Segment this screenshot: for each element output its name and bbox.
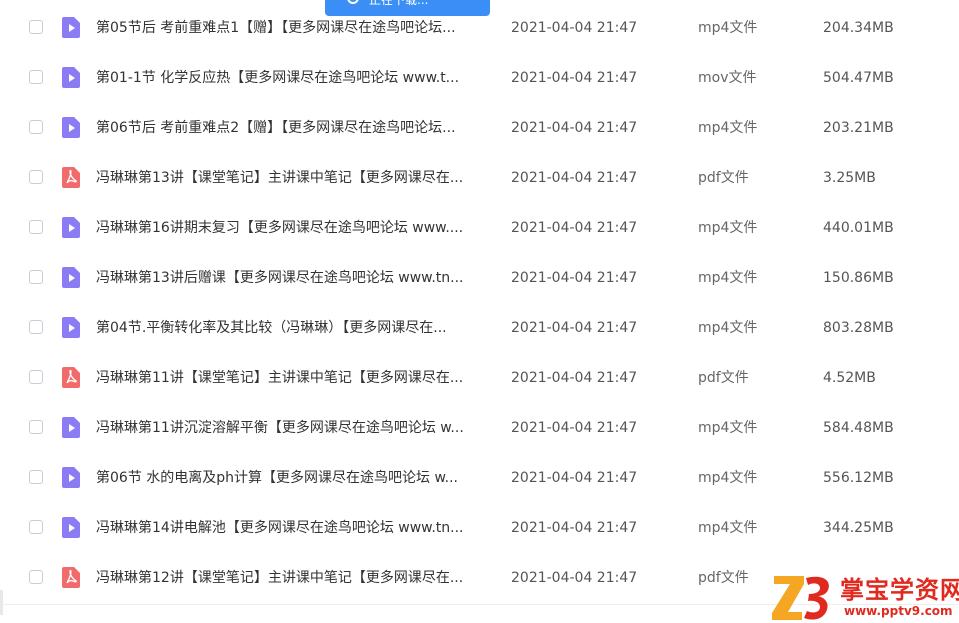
file-size: 504.47MB xyxy=(823,70,894,86)
file-name[interactable]: 第05节后 考前重难点1【赠】【更多网课尽在途鸟吧论坛... xyxy=(96,18,492,38)
watermark-logo xyxy=(772,576,829,620)
file-date: 2021-04-04 21:47 xyxy=(511,220,638,236)
file-type: mp4文件 xyxy=(698,120,758,136)
file-row[interactable]: 冯琳琳第13讲【课堂笔记】主讲课中笔记【更多网课尽在... 2021-04-04 … xyxy=(0,152,959,202)
file-name[interactable]: 冯琳琳第12讲【课堂笔记】主讲课中笔记【更多网课尽在... xyxy=(96,568,492,588)
row-checkbox[interactable] xyxy=(29,570,43,584)
file-size: 440.01MB xyxy=(823,220,894,236)
file-type: mov文件 xyxy=(698,70,757,86)
row-checkbox[interactable] xyxy=(29,320,43,334)
file-date: 2021-04-04 21:47 xyxy=(511,20,638,36)
file-date: 2021-04-04 21:47 xyxy=(511,570,638,586)
file-name[interactable]: 第06节 水的电离及ph计算【更多网课尽在途鸟吧论坛 w... xyxy=(96,468,492,488)
watermark: 掌宝学资网 www.pptv9.com xyxy=(770,568,959,623)
file-name[interactable]: 冯琳琳第16讲期末复习【更多网课尽在途鸟吧论坛 www.... xyxy=(96,218,492,238)
file-type: pdf文件 xyxy=(698,570,749,586)
file-date: 2021-04-04 21:47 xyxy=(511,70,638,86)
file-type: pdf文件 xyxy=(698,170,749,186)
file-date: 2021-04-04 21:47 xyxy=(511,370,638,386)
file-row[interactable]: 冯琳琳第16讲期末复习【更多网课尽在途鸟吧论坛 www.... 2021-04-0… xyxy=(0,202,959,252)
pdf-file-icon xyxy=(62,567,80,588)
file-type: mp4文件 xyxy=(698,270,758,286)
file-size: 4.52MB xyxy=(823,370,876,386)
row-checkbox[interactable] xyxy=(29,170,43,184)
file-size: 204.34MB xyxy=(823,20,894,36)
file-date: 2021-04-04 21:47 xyxy=(511,470,638,486)
pdf-file-icon xyxy=(62,367,80,388)
file-name[interactable]: 冯琳琳第13讲后赠课【更多网课尽在途鸟吧论坛 www.tn... xyxy=(96,268,492,288)
video-file-icon xyxy=(62,267,80,288)
row-checkbox[interactable] xyxy=(29,470,43,484)
file-type: mp4文件 xyxy=(698,220,758,236)
file-name[interactable]: 第01-1节 化学反应热【更多网课尽在途鸟吧论坛 www.t... xyxy=(96,68,492,88)
file-date: 2021-04-04 21:47 xyxy=(511,320,638,336)
file-row[interactable]: 第01-1节 化学反应热【更多网课尽在途鸟吧论坛 www.t... 2021-04… xyxy=(0,52,959,102)
file-size: 203.21MB xyxy=(823,120,894,136)
video-file-icon xyxy=(62,417,80,438)
file-name[interactable]: 第04节.平衡转化率及其比较（冯琳琳）【更多网课尽在... xyxy=(96,318,492,338)
file-name[interactable]: 第06节后 考前重难点2【赠】【更多网课尽在途鸟吧论坛... xyxy=(96,118,492,138)
file-date: 2021-04-04 21:47 xyxy=(511,170,638,186)
file-row[interactable]: 冯琳琳第11讲沉淀溶解平衡【更多网课尽在途鸟吧论坛 w... 2021-04-04… xyxy=(0,402,959,452)
file-name[interactable]: 冯琳琳第11讲沉淀溶解平衡【更多网课尽在途鸟吧论坛 w... xyxy=(96,418,492,438)
row-checkbox[interactable] xyxy=(29,120,43,134)
file-name[interactable]: 冯琳琳第13讲【课堂笔记】主讲课中笔记【更多网课尽在... xyxy=(96,168,492,188)
file-size: 344.25MB xyxy=(823,520,894,536)
watermark-url: www.pptv9.com xyxy=(844,604,953,618)
row-checkbox[interactable] xyxy=(29,20,43,34)
row-checkbox[interactable] xyxy=(29,70,43,84)
video-file-icon xyxy=(62,17,80,38)
video-file-icon xyxy=(62,467,80,488)
row-checkbox[interactable] xyxy=(29,270,43,284)
row-checkbox[interactable] xyxy=(29,520,43,534)
file-type: pdf文件 xyxy=(698,370,749,386)
video-file-icon xyxy=(62,217,80,238)
scroll-edge xyxy=(0,590,3,615)
row-checkbox[interactable] xyxy=(29,420,43,434)
pdf-file-icon xyxy=(62,167,80,188)
watermark-title: 掌宝学资网 xyxy=(840,575,959,604)
file-row[interactable]: 冯琳琳第14讲电解池【更多网课尽在途鸟吧论坛 www.tn... 2021-04-… xyxy=(0,502,959,552)
loading-icon xyxy=(347,0,359,4)
row-checkbox[interactable] xyxy=(29,220,43,234)
video-file-icon xyxy=(62,517,80,538)
video-file-icon xyxy=(62,317,80,338)
file-date: 2021-04-04 21:47 xyxy=(511,270,638,286)
file-row[interactable]: 第06节 水的电离及ph计算【更多网课尽在途鸟吧论坛 w... 2021-04-0… xyxy=(0,452,959,502)
file-size: 803.28MB xyxy=(823,320,894,336)
video-file-icon xyxy=(62,117,80,138)
file-name[interactable]: 冯琳琳第11讲【课堂笔记】主讲课中笔记【更多网课尽在... xyxy=(96,368,492,388)
file-type: mp4文件 xyxy=(698,470,758,486)
file-row[interactable]: 第04节.平衡转化率及其比较（冯琳琳）【更多网课尽在... 2021-04-04 … xyxy=(0,302,959,352)
file-row[interactable]: 冯琳琳第13讲后赠课【更多网课尽在途鸟吧论坛 www.tn... 2021-04-… xyxy=(0,252,959,302)
file-type: mp4文件 xyxy=(698,420,758,436)
banner-text: 正在下载... xyxy=(369,0,429,7)
file-date: 2021-04-04 21:47 xyxy=(511,420,638,436)
file-name[interactable]: 冯琳琳第14讲电解池【更多网课尽在途鸟吧论坛 www.tn... xyxy=(96,518,492,538)
file-size: 584.48MB xyxy=(823,420,894,436)
file-type: mp4文件 xyxy=(698,520,758,536)
download-banner[interactable]: 正在下载... xyxy=(325,0,490,16)
file-date: 2021-04-04 21:47 xyxy=(511,120,638,136)
file-date: 2021-04-04 21:47 xyxy=(511,520,638,536)
file-type: mp4文件 xyxy=(698,20,758,36)
file-row[interactable]: 第06节后 考前重难点2【赠】【更多网课尽在途鸟吧论坛... 2021-04-04… xyxy=(0,102,959,152)
video-file-icon xyxy=(62,67,80,88)
file-type: mp4文件 xyxy=(698,320,758,336)
file-size: 3.25MB xyxy=(823,170,876,186)
file-size: 556.12MB xyxy=(823,470,894,486)
file-row[interactable]: 冯琳琳第11讲【课堂笔记】主讲课中笔记【更多网课尽在... 2021-04-04 … xyxy=(0,352,959,402)
row-checkbox[interactable] xyxy=(29,370,43,384)
file-size: 150.86MB xyxy=(823,270,894,286)
